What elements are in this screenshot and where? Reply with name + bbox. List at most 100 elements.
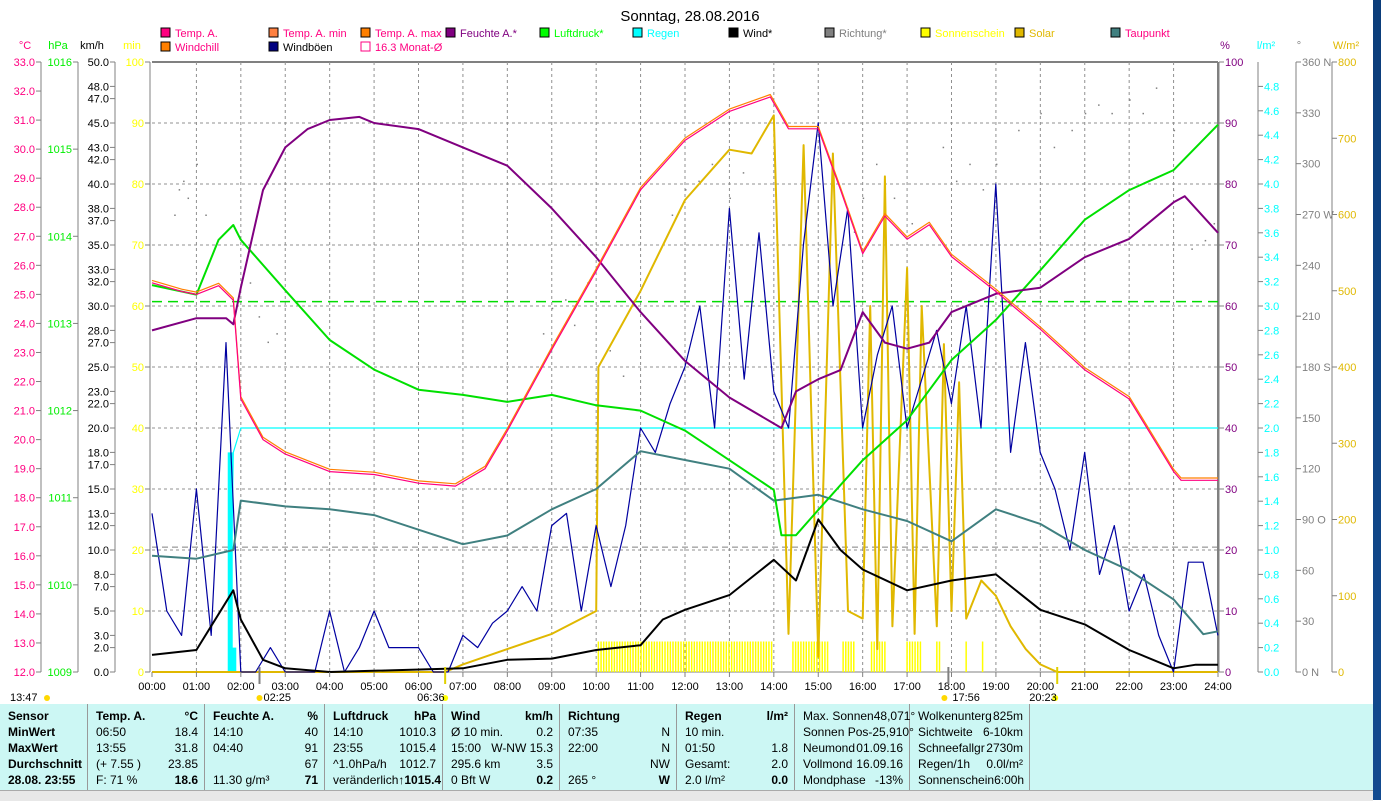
legend-swatch bbox=[539, 27, 550, 38]
legend-label: Feuchte A.* bbox=[460, 28, 518, 40]
stats-row: veränderlich ↑1015.4 bbox=[333, 772, 441, 788]
kmh-tick-label: 50.0 bbox=[88, 57, 109, 69]
moonrise-icon bbox=[256, 695, 263, 701]
stats-row: 22:00 N bbox=[568, 740, 670, 756]
legend-label: Wind* bbox=[743, 28, 773, 40]
direction-point bbox=[711, 163, 714, 166]
x-tick-label: 12:00 bbox=[671, 681, 699, 693]
rain-tick-label: 4.0 bbox=[1264, 179, 1279, 191]
temp-tick-label: 13.0 bbox=[14, 638, 35, 650]
stats-header: Luftdruck hPa bbox=[333, 708, 436, 724]
rain-tick-label: 1.2 bbox=[1264, 521, 1279, 533]
stats-value: ↑1015.4 bbox=[398, 773, 442, 787]
stats-label: 11.30 g/m³ bbox=[213, 773, 270, 787]
stats-value: 0.0l/m² bbox=[986, 757, 1023, 771]
legend-swatch bbox=[160, 41, 171, 52]
rain-tick-label: 4.2 bbox=[1264, 155, 1279, 167]
stats-label: Gesamt: bbox=[685, 757, 731, 771]
stats-value: 0.2 bbox=[536, 725, 553, 739]
deg-tick-label: 120 bbox=[1302, 464, 1320, 476]
temp-tick-label: 23.0 bbox=[14, 347, 35, 359]
legend-label: Windchill bbox=[175, 42, 219, 54]
direction-point bbox=[542, 333, 545, 335]
direction-point bbox=[1173, 129, 1176, 132]
direction-point bbox=[174, 214, 176, 216]
stats-label: Feuchte A. bbox=[213, 709, 274, 723]
stats-value: 1.8 bbox=[771, 741, 788, 755]
deg-tick-label: 0 N bbox=[1302, 667, 1319, 679]
stats-label: 07:35 bbox=[568, 725, 599, 739]
pct-tick-label: 60 bbox=[1225, 301, 1237, 313]
deg-tick-label: 180 S bbox=[1302, 362, 1331, 374]
stats-value: 23.85 bbox=[167, 757, 198, 771]
rain-tick-label: 4.6 bbox=[1264, 106, 1279, 118]
stats-row: MinWert bbox=[8, 724, 81, 740]
min-axis-unit: min bbox=[123, 40, 141, 52]
min-tick-label: 0 bbox=[138, 667, 144, 679]
rain-bar bbox=[231, 647, 237, 672]
stats-column: Wolkenunterg 825m Sichtweite 6-10km Schneefa… bbox=[910, 704, 1030, 790]
direction-point bbox=[267, 341, 269, 344]
x-tick-label: 01:00 bbox=[183, 681, 211, 693]
hpa-tick-label: 1013 bbox=[48, 318, 72, 330]
direction-point bbox=[1053, 146, 1056, 149]
stats-header: Sensor bbox=[8, 708, 81, 724]
stats-column: Regen l/m² 10 min. 01:50 1.8 Gesamt: 2.0 2.0 l/… bbox=[677, 704, 795, 790]
temp-tick-label: 21.0 bbox=[14, 406, 35, 418]
x-tick-label: 13:00 bbox=[716, 681, 744, 693]
stats-row: Neumond 01.09.16 bbox=[803, 740, 903, 756]
stats-label: Neumond bbox=[803, 741, 856, 755]
stats-label: Wolkenunterg bbox=[918, 709, 992, 723]
desktop-background bbox=[1373, 0, 1381, 800]
rain-tick-label: 4.8 bbox=[1264, 81, 1279, 93]
temp-tick-label: 19.0 bbox=[14, 464, 35, 476]
series-windben bbox=[151, 122, 1219, 673]
legend-label: Temp. A. min bbox=[283, 28, 347, 40]
stats-value: 67 bbox=[304, 757, 318, 771]
min-tick-label: 60 bbox=[132, 301, 144, 313]
stats-value: 01.09.16 bbox=[856, 741, 903, 755]
stats-header: Richtung bbox=[568, 708, 670, 724]
rain-tick-label: 0.0 bbox=[1264, 667, 1279, 679]
kmh-tick-label: 35.0 bbox=[88, 240, 109, 252]
x-tick-label: 08:00 bbox=[494, 681, 522, 693]
stats-table: Sensor MinWert MaxWert Durchschnitt 28.08. 2… bbox=[0, 704, 1373, 790]
temp-tick-label: 22.0 bbox=[14, 377, 35, 389]
marker-time-label: 06:36 bbox=[417, 692, 445, 704]
rain-tick-label: 0.2 bbox=[1264, 643, 1279, 655]
kmh-tick-label: 32.0 bbox=[88, 277, 109, 289]
weather-chart: Sonntag, 28.08.2016 Temp. A. Temp. A. min… bbox=[10, 8, 1359, 704]
min-tick-label: 90 bbox=[132, 118, 144, 130]
min-tick-label: 100 bbox=[126, 57, 144, 69]
kmh-tick-label: 5.0 bbox=[94, 606, 109, 618]
x-tick-label: 17:00 bbox=[893, 681, 921, 693]
stats-value: 1015.4 bbox=[399, 741, 436, 755]
kmh-tick-label: 37.0 bbox=[88, 216, 109, 228]
stats-value: W bbox=[658, 773, 670, 787]
rain-tick-label: 3.0 bbox=[1264, 301, 1279, 313]
stats-row: 295.6 km 3.5 bbox=[451, 756, 553, 772]
moonset-icon bbox=[941, 695, 948, 701]
stats-label: ^1.0hPa/h bbox=[333, 757, 387, 771]
temp-tick-label: 24.0 bbox=[14, 318, 35, 330]
stats-row: 2.0 l/m² 0.0 bbox=[685, 772, 788, 788]
direction-point bbox=[1071, 129, 1073, 132]
kmh-tick-label: 48.0 bbox=[88, 81, 109, 93]
stats-label: veränderlich bbox=[333, 773, 399, 787]
deg-tick-label: 360 N bbox=[1302, 57, 1331, 69]
kmh-tick-label: 7.0 bbox=[94, 582, 109, 594]
legend-swatch bbox=[920, 27, 931, 38]
stats-label: Sonnenschein bbox=[918, 773, 995, 787]
stats-label: MaxWert bbox=[8, 741, 58, 755]
deg-tick-label: 240 bbox=[1302, 260, 1320, 272]
direction-point bbox=[178, 189, 181, 191]
deg-tick-label: 90 O bbox=[1302, 515, 1326, 527]
stats-value: -25,910° bbox=[868, 725, 914, 739]
kmh-tick-label: 12.0 bbox=[88, 521, 109, 533]
stats-label: Ø 10 min. bbox=[451, 725, 504, 739]
stats-row: (+ 7.55 ) 23.85 bbox=[96, 756, 198, 772]
temp-tick-label: 32.0 bbox=[14, 86, 35, 98]
x-tick-label: 02:00 bbox=[227, 681, 255, 693]
rain-tick-label: 0.4 bbox=[1264, 618, 1279, 630]
direction-point bbox=[187, 197, 190, 200]
